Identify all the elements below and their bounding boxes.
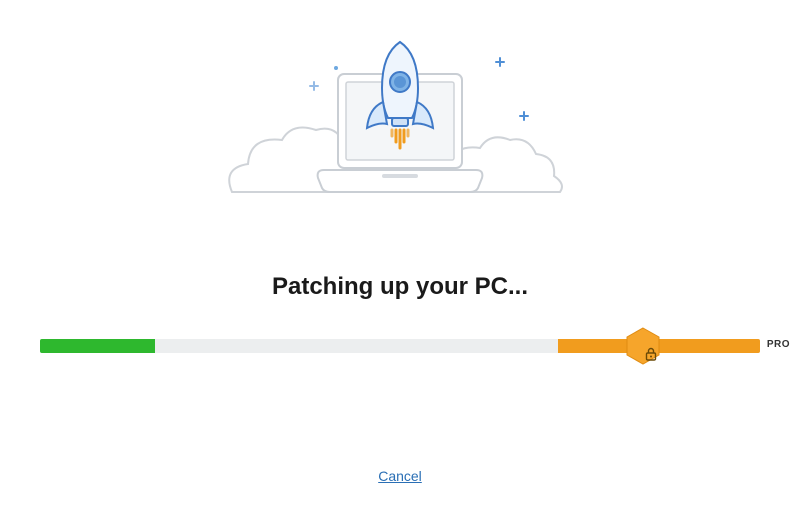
rocket-laptop-clouds-icon <box>220 24 580 219</box>
cancel-button[interactable]: Cancel <box>378 468 422 484</box>
pro-lock-badge <box>624 327 662 365</box>
progress-fill <box>40 339 155 353</box>
progress-bar: PRO <box>40 327 760 367</box>
pro-label: PRO <box>767 339 790 350</box>
status-title: Patching up your PC... <box>272 273 528 301</box>
